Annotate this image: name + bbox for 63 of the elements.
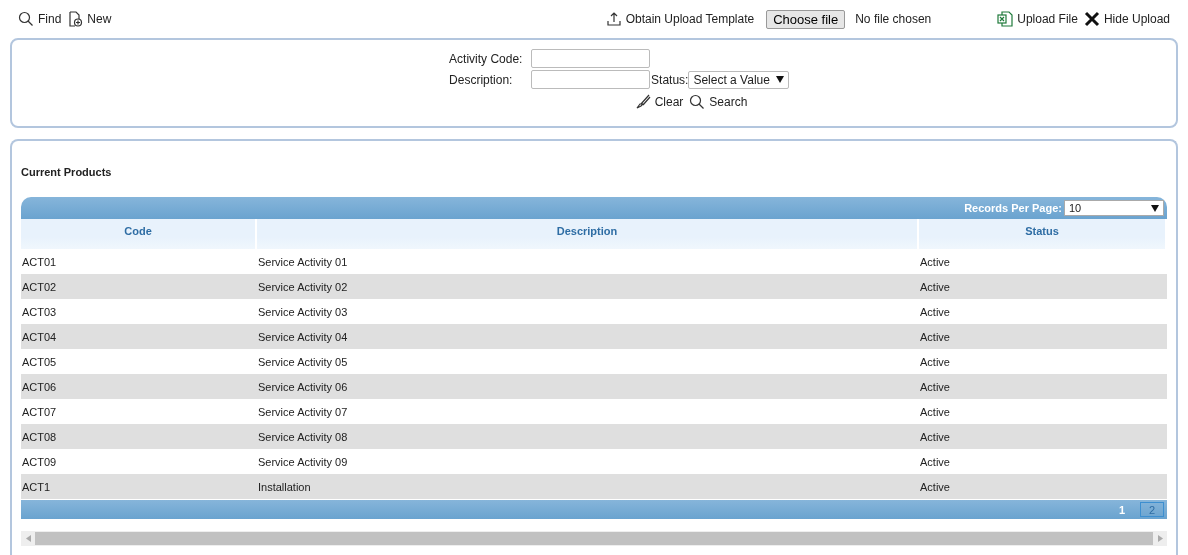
field-label: Description: bbox=[449, 72, 514, 87]
table-cell-text: Service Activity 08 bbox=[257, 429, 349, 445]
spreadsheet-icon bbox=[997, 11, 1014, 27]
find-link[interactable]: Find bbox=[18, 11, 62, 27]
table-cell-text: Service Activity 09 bbox=[257, 454, 349, 470]
scroll-left-icon[interactable] bbox=[25, 535, 31, 542]
activity-code-field[interactable] bbox=[531, 49, 651, 68]
description-field[interactable] bbox=[531, 70, 651, 89]
table-cell-text: Service Activity 05 bbox=[257, 354, 349, 370]
table-cell-text: Active bbox=[919, 454, 951, 470]
table-cell-text: Service Activity 01 bbox=[257, 254, 349, 270]
table-cell-text: Active bbox=[919, 479, 951, 495]
table-cell-text: ACT03 bbox=[21, 304, 58, 320]
table-cell-text: Service Activity 07 bbox=[257, 404, 349, 420]
field-label: Status: bbox=[651, 72, 689, 87]
table-cell-text: Active bbox=[919, 254, 951, 270]
table-cell-text: ACT01 bbox=[21, 254, 58, 270]
table-cell-text: Service Activity 06 bbox=[257, 379, 349, 395]
status-dropdown[interactable]: Select a Value bbox=[688, 70, 789, 89]
table-cell-text: Service Activity 04 bbox=[257, 329, 349, 345]
records-dropdown[interactable]: 10 bbox=[1064, 200, 1164, 216]
upload-tray-icon bbox=[605, 11, 622, 27]
file-status: No file chosen bbox=[855, 12, 932, 26]
table-cell-text: ACT1 bbox=[21, 479, 52, 495]
table-cell-text: ACT06 bbox=[21, 379, 58, 395]
table-cell-text: ACT07 bbox=[21, 404, 58, 420]
table-cell-text: ACT02 bbox=[21, 279, 58, 295]
column-header[interactable]: Status bbox=[919, 219, 1167, 249]
table-cell-text: ACT08 bbox=[21, 429, 58, 445]
table-cell-text: Service Activity 02 bbox=[257, 279, 349, 295]
column-header[interactable]: Description bbox=[257, 219, 919, 249]
new-link[interactable]: New bbox=[67, 11, 112, 27]
search-link[interactable]: Search bbox=[689, 94, 748, 110]
new-document-icon bbox=[67, 11, 84, 27]
template-link[interactable]: Obtain Upload Template bbox=[605, 11, 755, 27]
horizontal-scrollbar[interactable] bbox=[21, 531, 1167, 546]
field-label: Activity Code: bbox=[449, 51, 524, 66]
table-cell-text: ACT09 bbox=[21, 454, 58, 470]
table-cell-text: Active bbox=[919, 354, 951, 370]
choose-file-button[interactable]: Choose file bbox=[766, 9, 846, 29]
hide-link[interactable]: Hide Upload bbox=[1083, 11, 1170, 27]
column-header[interactable]: Code bbox=[21, 219, 257, 249]
upload-link[interactable]: Upload File bbox=[997, 11, 1078, 27]
search-icon bbox=[18, 11, 34, 27]
table-cell-text: Active bbox=[919, 329, 951, 345]
section-title: Current Products bbox=[21, 166, 113, 178]
clear-link[interactable]: Clear bbox=[634, 94, 684, 110]
table-cell-text: Active bbox=[919, 379, 951, 395]
brush-icon bbox=[634, 94, 651, 110]
table-cell-text: Active bbox=[919, 429, 951, 445]
table-cell-text: Installation bbox=[257, 479, 312, 495]
close-icon bbox=[1083, 11, 1100, 27]
table-cell-text: Active bbox=[919, 304, 951, 320]
table-cell-text: Active bbox=[919, 279, 951, 295]
records-label: Records Per Page: bbox=[964, 202, 1062, 214]
table-cell-text: Service Activity 03 bbox=[257, 304, 349, 320]
table-cell-text: ACT05 bbox=[21, 354, 58, 370]
table-cell-text: ACT04 bbox=[21, 329, 58, 345]
search-icon bbox=[689, 94, 706, 110]
scroll-right-icon[interactable] bbox=[1157, 535, 1163, 542]
table-cell-text: Active bbox=[919, 404, 951, 420]
caret-icon bbox=[1151, 204, 1159, 212]
caret-icon bbox=[775, 76, 784, 83]
